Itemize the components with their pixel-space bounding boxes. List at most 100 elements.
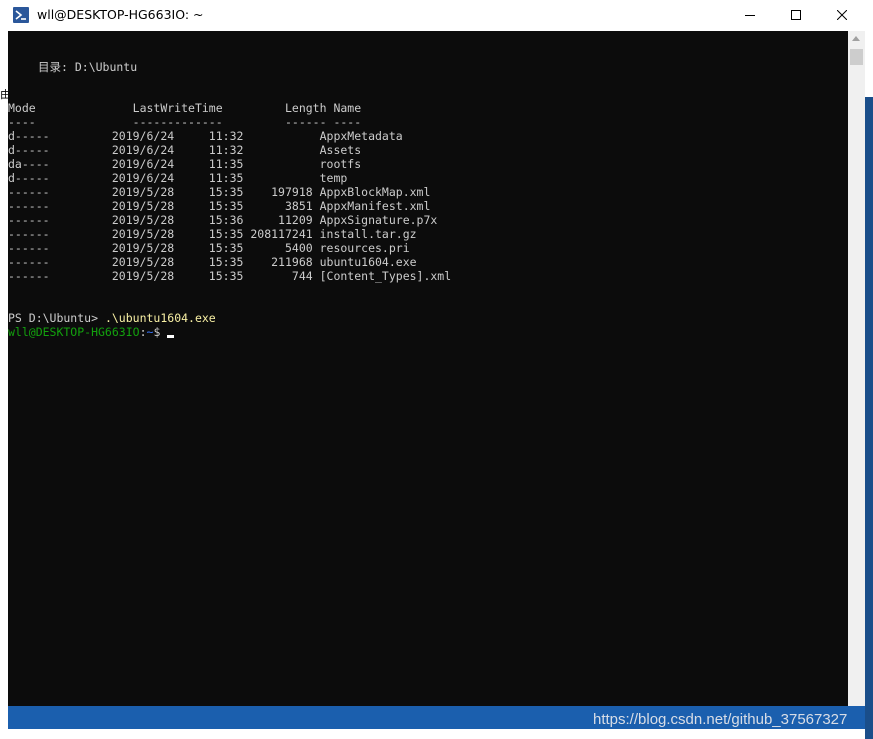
row-date: 2019/5/28 (111, 241, 175, 255)
bash-prompt-line[interactable]: wll@DESKTOP-HG663IO:~$ (8, 325, 175, 339)
table-row: ------ 2019/5/28 15:35 744 [Content_Type… (8, 269, 451, 283)
table-row: ------ 2019/5/28 15:35 208117241 install… (8, 227, 417, 241)
row-name: AppxBlockMap.xml (319, 185, 431, 199)
header-mode: Mode (8, 101, 36, 115)
row-mode: d----- (8, 171, 50, 185)
row-mode: d----- (8, 129, 50, 143)
table-row: ------ 2019/5/28 15:36 11209 AppxSignatu… (8, 213, 437, 227)
row-time: 15:35 (208, 269, 244, 283)
row-mode: ------ (8, 227, 50, 241)
row-name: AppxMetadata (319, 129, 403, 143)
separator-lastwritetime: ------------- (132, 115, 223, 129)
row-length: 3851 (284, 199, 313, 213)
header-length: Length (284, 101, 327, 115)
row-length: 211968 (271, 255, 313, 269)
window-left-border (0, 31, 8, 739)
row-name: resources.pri (319, 241, 410, 255)
row-name: AppxManifest.xml (319, 199, 431, 213)
row-time: 11:35 (208, 171, 244, 185)
vertical-scrollbar[interactable] (848, 31, 865, 706)
desktop-background-right (865, 97, 873, 739)
row-length: 11209 (278, 213, 313, 227)
row-name: AppxSignature.p7x (319, 213, 438, 227)
row-time: 11:32 (208, 143, 244, 157)
bash-user: wll@DESKTOP-HG663IO (8, 325, 140, 339)
title-bar[interactable]: wll@DESKTOP-HG663IO: ~ (0, 0, 873, 31)
scroll-up-icon[interactable] (852, 36, 860, 41)
row-name: temp (319, 171, 348, 185)
ps-command-line: PS D:\Ubuntu> .\ubuntu1604.exe (8, 311, 216, 325)
table-row: d----- 2019/6/24 11:35 temp (8, 171, 347, 185)
table-row: da---- 2019/6/24 11:35 rootfs (8, 157, 361, 171)
row-mode: ------ (8, 269, 50, 283)
separator-length: ------ (284, 115, 327, 129)
close-button[interactable] (819, 0, 865, 31)
terminal-output[interactable]: 目录: D:\Ubuntu Mode LastWriteTime Length … (8, 31, 848, 706)
table-row: ------ 2019/5/28 15:35 211968 ubuntu1604… (8, 255, 417, 269)
watermark-text: https://blog.csdn.net/github_37567327 (593, 711, 848, 728)
row-length: 197918 (271, 185, 313, 199)
table-row: d----- 2019/6/24 11:32 Assets (8, 143, 361, 157)
row-time: 15:35 (208, 185, 244, 199)
row-name: rootfs (319, 157, 362, 171)
row-name: [Content_Types].xml (319, 269, 452, 283)
window-right-border (865, 31, 873, 97)
row-time: 15:35 (208, 255, 244, 269)
row-mode: ------ (8, 255, 50, 269)
bash-colon: : (139, 325, 147, 339)
row-name: ubuntu1604.exe (319, 255, 417, 269)
row-length: 5400 (284, 241, 313, 255)
row-name: install.tar.gz (319, 227, 417, 241)
row-date: 2019/6/24 (111, 129, 175, 143)
row-mode: ------ (8, 241, 50, 255)
row-date: 2019/5/28 (111, 227, 175, 241)
header-lastwritetime: LastWriteTime (132, 101, 223, 115)
row-time: 15:35 (208, 227, 244, 241)
directory-line: 目录: D:\Ubuntu (38, 60, 138, 74)
powershell-icon (13, 7, 29, 23)
separator-mode: ---- (8, 115, 36, 129)
table-row: ------ 2019/5/28 15:35 197918 AppxBlockM… (8, 185, 430, 199)
row-date: 2019/6/24 (111, 143, 175, 157)
window-bottom-border (8, 729, 865, 739)
row-time: 15:35 (208, 241, 244, 255)
table-row: ------ 2019/5/28 15:35 5400 resources.pr… (8, 241, 410, 255)
row-date: 2019/5/28 (111, 185, 175, 199)
maximize-icon (791, 10, 801, 20)
row-time: 11:32 (208, 129, 244, 143)
row-mode: da---- (8, 157, 50, 171)
row-mode: d----- (8, 143, 50, 157)
clipped-glyph: 由 (0, 89, 8, 101)
ps-prompt: PS D:\Ubuntu> (8, 311, 99, 325)
row-date: 2019/6/24 (111, 157, 175, 171)
header-name: Name (333, 101, 362, 115)
minimize-button[interactable] (727, 0, 773, 31)
window-title: wll@DESKTOP-HG663IO: ~ (37, 7, 204, 22)
table-row: ------ 2019/5/28 15:35 3851 AppxManifest… (8, 199, 430, 213)
table-separator-row: ---- ------------- ------ ---- (8, 115, 361, 129)
row-length: 744 (291, 269, 313, 283)
row-date: 2019/5/28 (111, 255, 175, 269)
row-name: Assets (319, 143, 362, 157)
table-header-row: Mode LastWriteTime Length Name (8, 101, 361, 115)
terminal-window: wll@DESKTOP-HG663IO: ~ 目录: D:\Ubuntu Mod… (0, 0, 873, 739)
maximize-button[interactable] (773, 0, 819, 31)
row-time: 15:35 (208, 199, 244, 213)
row-length: 208117241 (250, 227, 313, 241)
table-row: d----- 2019/6/24 11:32 AppxMetadata (8, 129, 403, 143)
scrollbar-thumb[interactable] (850, 49, 863, 65)
close-icon (837, 10, 847, 20)
row-time: 15:36 (208, 213, 244, 227)
row-date: 2019/5/28 (111, 269, 175, 283)
row-date: 2019/6/24 (111, 171, 175, 185)
ps-command: .\ubuntu1604.exe (104, 311, 216, 325)
row-date: 2019/5/28 (111, 199, 175, 213)
row-time: 11:35 (208, 157, 244, 171)
row-mode: ------ (8, 199, 50, 213)
row-date: 2019/5/28 (111, 213, 175, 227)
minimize-icon (745, 15, 755, 16)
row-mode: ------ (8, 185, 50, 199)
separator-name: ---- (333, 115, 362, 129)
text-cursor (167, 335, 175, 338)
row-mode: ------ (8, 213, 50, 227)
